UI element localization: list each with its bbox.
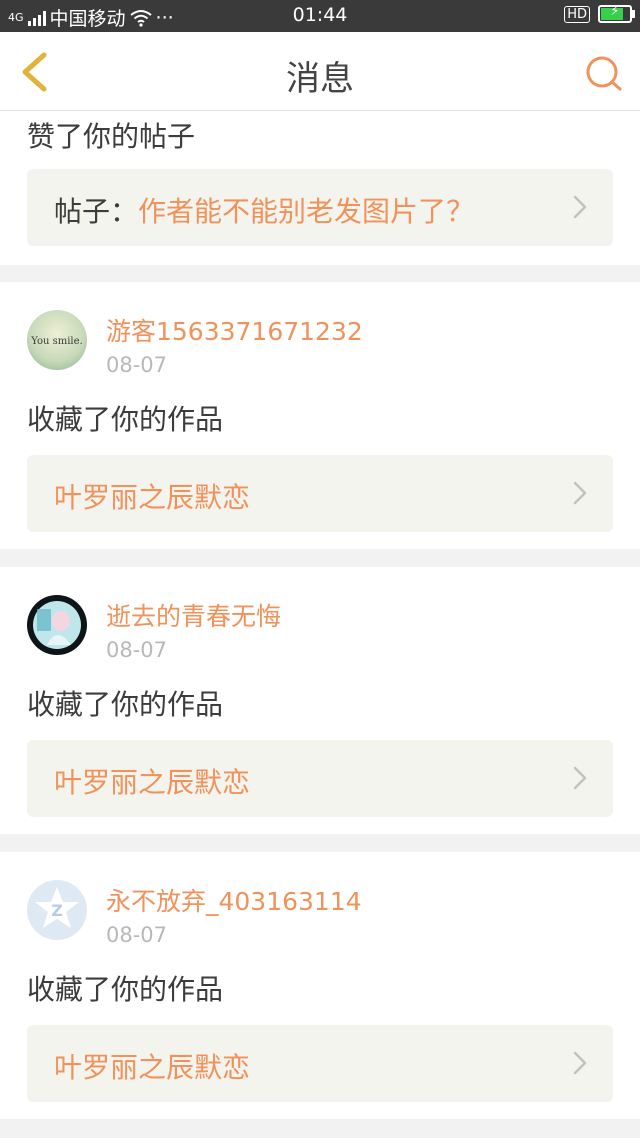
work-link-title: 叶罗丽之辰默恋 [54,481,251,514]
nav-header: 消息 [0,32,640,111]
message-date: 08-07 [106,923,168,947]
default-avatar-icon: Z [27,880,87,940]
username[interactable]: 游客1563371671232 [106,312,363,348]
svg-text:Z: Z [51,901,63,920]
work-link[interactable]: 叶罗丽之辰默恋 [27,740,613,817]
avatar[interactable]: You smile. [27,310,87,370]
work-link[interactable]: 叶罗丽之辰默恋 [27,455,613,532]
chevron-right-icon [573,766,587,790]
post-link[interactable]: 帖子：作者能不能别老发图片了？ [27,169,613,246]
message-list[interactable]: 赞了你的帖子 帖子：作者能不能别老发图片了？ You smile. 游客1563… [0,111,640,1138]
message-action: 赞了你的帖子 [27,120,196,153]
avatar-image [27,595,87,655]
message-card-partial: 赞了你的帖子 帖子：作者能不能别老发图片了？ [0,111,640,265]
page-title: 消息 [286,59,354,99]
clock: 01:44 [292,4,348,26]
avatar[interactable]: Z [27,880,87,940]
chevron-right-icon [573,1051,587,1075]
avatar[interactable] [27,595,87,655]
work-link[interactable]: 叶罗丽之辰默恋 [27,1025,613,1102]
post-link-text: 帖子：作者能不能别老发图片了？ [54,190,474,230]
battery-icon: ⚡ [598,4,635,23]
status-bar: 4G 中国移动 ··· 01:44 HD ⚡ [0,0,640,32]
message-action: 收藏了你的作品 [27,973,224,1006]
status-right: HD ⚡ [564,4,635,23]
hd-call-icon: HD [564,5,590,23]
post-link-title: 作者能不能别老发图片了？ [138,195,475,228]
chevron-right-icon [573,195,587,219]
message-card: You smile. 游客1563371671232 08-07 收藏了你的作品… [0,282,640,549]
search-icon [586,56,622,91]
work-link-title: 叶罗丽之辰默恋 [54,766,251,799]
avatar-image: You smile. [27,310,87,370]
username[interactable]: 逝去的青春无悔 [106,597,281,633]
message-date: 08-07 [106,638,168,662]
search-button[interactable] [584,54,624,94]
post-link-prefix: 帖子： [54,195,139,228]
message-action: 收藏了你的作品 [27,403,224,436]
avatar-caption: You smile. [30,336,82,347]
message-card: Z 永不放弃_403163114 08-07 收藏了你的作品 叶罗丽之辰默恋 [0,852,640,1119]
username[interactable]: 永不放弃_403163114 [106,882,362,918]
chevron-right-icon [573,481,587,505]
work-link-title: 叶罗丽之辰默恋 [54,1051,251,1084]
message-action: 收藏了你的作品 [27,688,224,721]
message-date: 08-07 [106,353,168,377]
charging-icon: ⚡ [610,4,620,19]
message-card: 逝去的青春无悔 08-07 收藏了你的作品 叶罗丽之辰默恋 [0,567,640,834]
